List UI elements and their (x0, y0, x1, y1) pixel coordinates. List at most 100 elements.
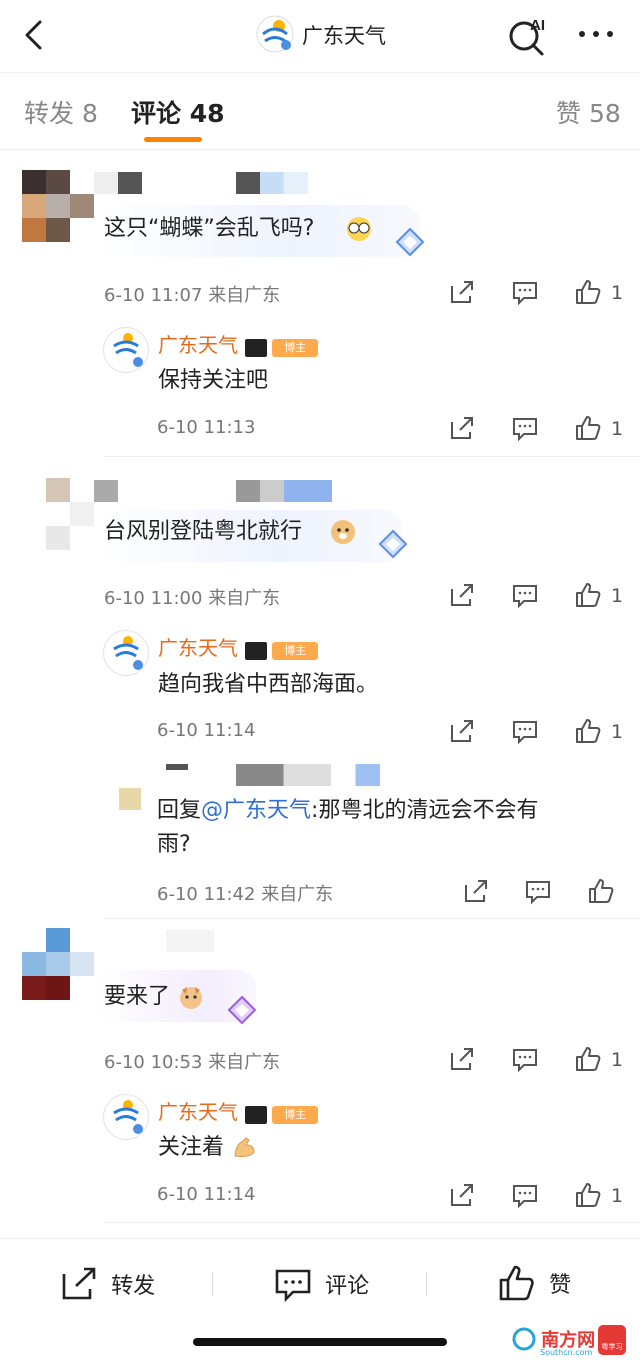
crown-icon (245, 641, 268, 660)
reply-author-name[interactable]: 广东天气 (158, 1100, 238, 1124)
tab-comments-label: 评论 (131, 99, 182, 128)
tab-reposts-count: 8 (81, 99, 98, 128)
like-count: 1 (611, 721, 624, 743)
reply-comment-icon[interactable] (511, 581, 539, 609)
like-thumb-icon[interactable] (574, 1045, 602, 1073)
comment-time: 6-10 11:42 (157, 884, 256, 905)
author-badge: 博主 (272, 641, 319, 660)
author-badge: 博主 (272, 1105, 319, 1124)
comment-text: 要来了 (104, 984, 171, 1009)
guangdong-weather-logo-icon[interactable] (255, 14, 295, 54)
like-thumb-icon[interactable] (574, 414, 602, 442)
tab-likes-label: 赞 (556, 99, 582, 128)
emoji-doge-icon (331, 520, 355, 544)
username-badge-redacted (236, 480, 332, 502)
comment-location: 来自广东 (261, 884, 334, 905)
tab-likes[interactable]: 赞 58 (556, 94, 621, 130)
bottom-comment-label: 评论 (325, 1274, 370, 1299)
reply-time: 6-10 11:14 (157, 1184, 256, 1205)
avatar[interactable] (119, 788, 141, 810)
diamond-badge-purple-icon (227, 995, 257, 1025)
reply-header: 广东天气 博主 (158, 632, 319, 661)
emoji-cat-icon (180, 987, 202, 1009)
divider (104, 1222, 640, 1223)
share-icon[interactable] (448, 278, 476, 306)
avatar[interactable] (22, 928, 94, 1000)
emoji-glasses-icon (347, 217, 371, 241)
username-redacted[interactable] (94, 172, 142, 194)
username-redacted[interactable] (166, 930, 214, 952)
tab-comments[interactable]: 评论 48 (131, 94, 225, 130)
username-redacted[interactable] (166, 764, 188, 770)
like-thumb-icon[interactable] (574, 717, 602, 745)
comment-text: 这只“蝴蝶”会乱飞吗? (104, 216, 315, 241)
page-title: 广东天气 (302, 24, 386, 48)
like-thumb-icon[interactable] (574, 581, 602, 609)
share-icon[interactable] (462, 877, 490, 905)
comment-location: 来自广东 (208, 285, 281, 306)
watermark: 南方网 Southcn.com (512, 1326, 595, 1357)
southcn-logo-icon (512, 1327, 536, 1351)
comment-location: 来自广东 (208, 588, 281, 609)
username-badge-redacted (236, 172, 308, 194)
like-count: 1 (611, 585, 624, 607)
author-badge: 博主 (272, 338, 319, 357)
reply-text: 保持关注吧 (158, 368, 269, 393)
ai-label: AI (530, 17, 545, 34)
comment-text: 台风别登陆粤北就行 (104, 519, 303, 544)
like-thumb-icon[interactable] (574, 1181, 602, 1209)
ai-search-icon: AI (509, 17, 545, 56)
subreply-line2: 雨? (157, 832, 191, 857)
comment-location: 来自广东 (208, 1052, 281, 1073)
home-indicator (193, 1338, 447, 1346)
ai-search-button[interactable]: AI (506, 14, 550, 58)
reply-comment-icon[interactable] (511, 278, 539, 306)
comment-meta: 6-10 10:53 来自广东 (104, 1048, 280, 1074)
reply-header: 广东天气 博主 (158, 329, 319, 358)
reply-comment-icon[interactable] (511, 1181, 539, 1209)
bottom-comment-button[interactable]: 评论 (274, 1266, 370, 1303)
avatar[interactable] (22, 170, 94, 242)
tab-reposts-label: 转发 (24, 99, 75, 128)
like-thumb-icon[interactable] (574, 278, 602, 306)
share-icon[interactable] (448, 1045, 476, 1073)
tab-reposts[interactable]: 转发 8 (24, 94, 98, 130)
more-options-icon[interactable] (576, 24, 616, 44)
username-redacted[interactable] (94, 480, 118, 502)
like-count: 1 (611, 418, 624, 440)
back-arrow-icon[interactable] (18, 18, 52, 52)
reply-comment-icon[interactable] (511, 717, 539, 745)
crown-icon (245, 338, 268, 357)
comment-meta: 6-10 11:00 来自广东 (104, 584, 280, 610)
share-icon (62, 1267, 96, 1300)
tab-comments-count: 48 (189, 99, 225, 128)
guangdong-weather-logo-icon (113, 333, 143, 367)
app-logo-label: 粤学习 (601, 1343, 623, 1351)
subreply-line1: :那粤北的清远会不会有 (311, 798, 539, 823)
like-count: 1 (611, 282, 624, 304)
reply-comment-icon[interactable] (524, 877, 552, 905)
subreply-prefix: 回复 (157, 798, 202, 823)
diamond-badge-icon (395, 227, 425, 257)
share-icon[interactable] (448, 1181, 476, 1209)
reply-time: 6-10 11:14 (157, 720, 256, 741)
like-count: 1 (611, 1185, 624, 1207)
bottom-like-button[interactable]: 赞 (498, 1264, 571, 1302)
like-thumb-icon[interactable] (587, 877, 615, 905)
reply-author-name[interactable]: 广东天气 (158, 636, 238, 660)
divider (426, 1272, 427, 1296)
reply-comment-icon[interactable] (511, 1045, 539, 1073)
comment-time: 6-10 10:53 (104, 1052, 203, 1073)
share-icon[interactable] (448, 717, 476, 745)
bottom-share-button[interactable]: 转发 (60, 1266, 155, 1302)
username-badge-redacted (236, 764, 380, 786)
reply-text: 趋向我省中西部海面。 (158, 672, 379, 697)
active-tab-indicator (144, 137, 202, 142)
like-thumb-icon (499, 1265, 534, 1301)
reply-text: 关注着 (158, 1135, 225, 1160)
mention-link[interactable]: @广东天气 (201, 798, 311, 823)
reply-author-name[interactable]: 广东天气 (158, 333, 238, 357)
reply-comment-icon[interactable] (511, 414, 539, 442)
share-icon[interactable] (448, 414, 476, 442)
share-icon[interactable] (448, 581, 476, 609)
